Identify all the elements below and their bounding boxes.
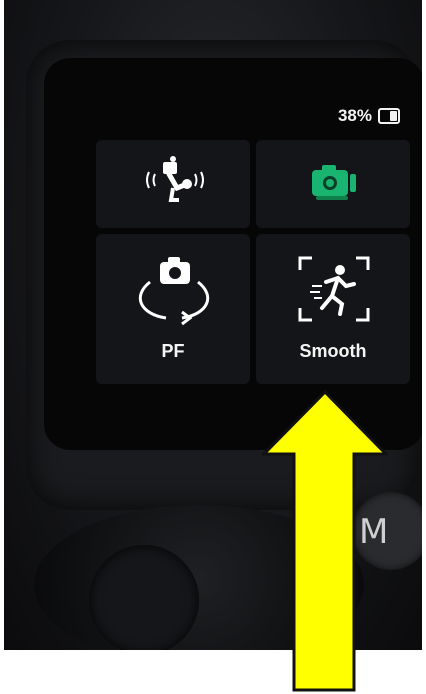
tile-camera-mode[interactable] xyxy=(256,140,410,228)
tile-smooth-label: Smooth xyxy=(299,341,367,361)
tile-pf-mode[interactable]: PF xyxy=(96,234,250,384)
battery-percentage: 38% xyxy=(337,106,372,125)
annotation-arrow-up xyxy=(262,390,388,692)
battery-status: 38% xyxy=(338,106,400,126)
camera-icon xyxy=(312,165,356,200)
pan-follow-rotate-icon xyxy=(138,257,210,326)
tile-gimbal-mode[interactable] xyxy=(96,140,250,228)
gimbal-stabilizer-icon xyxy=(146,156,204,202)
joystick[interactable] xyxy=(89,545,199,650)
battery-icon xyxy=(378,108,400,124)
smooth-tracking-runner-icon xyxy=(298,256,370,322)
tile-smooth-mode[interactable]: Smooth xyxy=(256,234,410,384)
tile-pf-label: PF xyxy=(161,341,185,361)
